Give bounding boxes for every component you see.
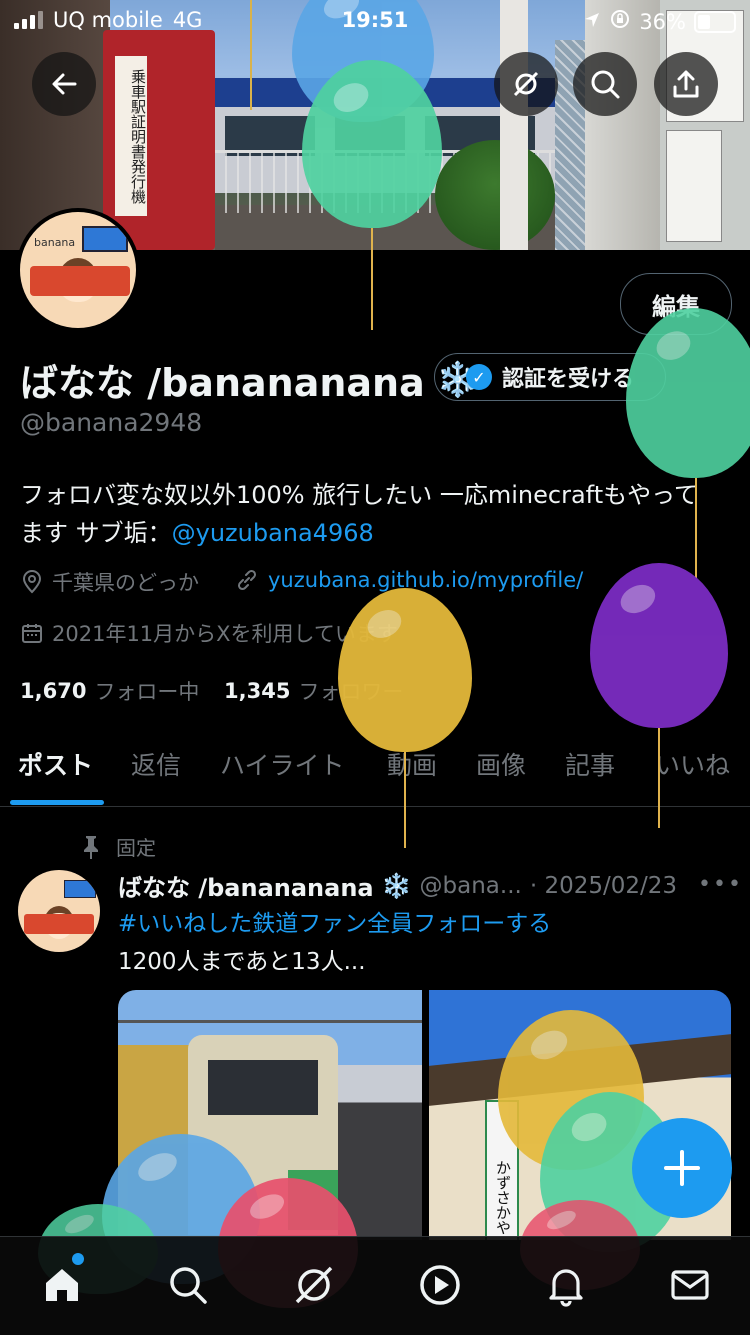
- profile-handle: @banana2948: [20, 408, 203, 437]
- website-link[interactable]: yuzubana.github.io/myprofile/: [268, 568, 583, 592]
- battery-percent: 36%: [639, 9, 686, 34]
- followers-count: 1,345: [224, 679, 291, 703]
- search-nav-icon: [170, 1267, 207, 1304]
- tab-replies[interactable]: 返信: [131, 746, 181, 782]
- back-arrow-icon: [52, 73, 77, 95]
- tab-highlights[interactable]: ハイライト: [220, 746, 345, 782]
- share-button[interactable]: [654, 52, 718, 116]
- home-icon: [46, 1269, 78, 1301]
- profile-avatar[interactable]: banana: [16, 208, 140, 332]
- profile-name: ばなな /banananana: [20, 361, 425, 405]
- post-author-handle: @bana...: [419, 872, 522, 899]
- post-date[interactable]: · 2025/02/23: [530, 873, 677, 899]
- grok-button[interactable]: [494, 52, 558, 116]
- grok-nav-icon: [295, 1266, 333, 1304]
- battery-icon: [694, 10, 736, 33]
- post-author-name[interactable]: ばなな /banananana: [118, 868, 374, 903]
- tab-photos[interactable]: 画像: [476, 746, 526, 782]
- nav-video[interactable]: [416, 1261, 464, 1309]
- following-link[interactable]: 1,670 フォロー中: [20, 676, 199, 706]
- nav-messages[interactable]: [666, 1261, 714, 1309]
- profile-name-row: ばなな /banananana ❄️: [20, 352, 479, 407]
- post-snowflake-icon: ❄️: [381, 871, 412, 900]
- plus-icon: [664, 1150, 700, 1186]
- tab-articles[interactable]: 記事: [565, 746, 615, 782]
- bell-icon: [549, 1269, 583, 1307]
- post-author-avatar[interactable]: [18, 870, 100, 952]
- location-text: 千葉県のどっか: [52, 571, 199, 595]
- profile-location: 千葉県のどっか: [20, 567, 199, 597]
- banner-bush: [435, 140, 555, 250]
- balloon-purple: [590, 563, 728, 728]
- compose-post-button[interactable]: [632, 1118, 732, 1218]
- nav-home[interactable]: [38, 1261, 86, 1309]
- bio-mention-link[interactable]: @yuzubana4968: [172, 519, 374, 547]
- following-label: フォロー中: [94, 680, 200, 704]
- get-verified-label: 認証を受ける: [501, 367, 634, 392]
- tab-posts[interactable]: ポスト: [18, 746, 93, 782]
- nav-search[interactable]: [164, 1261, 212, 1309]
- nav-notifications[interactable]: [542, 1261, 590, 1309]
- active-tab-indicator: [10, 800, 104, 805]
- post-more-icon[interactable]: •••: [698, 872, 743, 897]
- profile-joined: 2021年11月からXを利用しています: [20, 618, 398, 648]
- nav-grok[interactable]: [290, 1261, 338, 1309]
- bottom-navigation: [0, 1236, 750, 1335]
- post-hashtag[interactable]: #いいねした鉄道ファン全員フォローする: [118, 904, 551, 938]
- balloon-yellow-middle: [338, 588, 472, 752]
- verified-badge-icon: ✓: [465, 364, 492, 390]
- status-bar: UQ mobile 4G 19:51 36%: [0, 0, 750, 44]
- pin-icon: [84, 835, 98, 859]
- banner-sign-text: 乗車駅証明書発行機: [115, 56, 147, 216]
- search-icon: [591, 70, 620, 99]
- calendar-icon: [22, 624, 42, 643]
- back-button[interactable]: [32, 52, 96, 116]
- pinned-indicator: 固定: [80, 832, 156, 861]
- following-count: 1,670: [20, 679, 87, 703]
- pinned-label: 固定: [116, 836, 156, 860]
- mail-icon: [671, 1270, 709, 1300]
- profile-bio: フォロバ変な奴以外100% 旅行したい 一応minecraftもやってます サブ…: [20, 476, 720, 552]
- link-icon: [237, 569, 257, 591]
- grok-icon: [513, 71, 539, 97]
- location-pin-icon: [22, 570, 42, 594]
- play-circle-icon: [420, 1265, 460, 1305]
- banner-ticket-machine: 乗車駅証明書発行機: [103, 30, 215, 250]
- tab-likes[interactable]: いいね: [655, 746, 730, 782]
- search-button[interactable]: [573, 52, 637, 116]
- station-sign-text: かずさかや: [494, 1160, 512, 1235]
- orientation-lock-icon: [609, 8, 631, 35]
- avatar-label: banana: [34, 236, 76, 249]
- home-notification-dot: [72, 1253, 84, 1265]
- share-icon: [673, 70, 699, 98]
- post-text: 1200人まであと13人...: [118, 949, 366, 975]
- post-header: ばなな /banananana ❄️ @bana... · 2025/02/23: [118, 868, 677, 903]
- location-arrow-icon: [583, 10, 601, 34]
